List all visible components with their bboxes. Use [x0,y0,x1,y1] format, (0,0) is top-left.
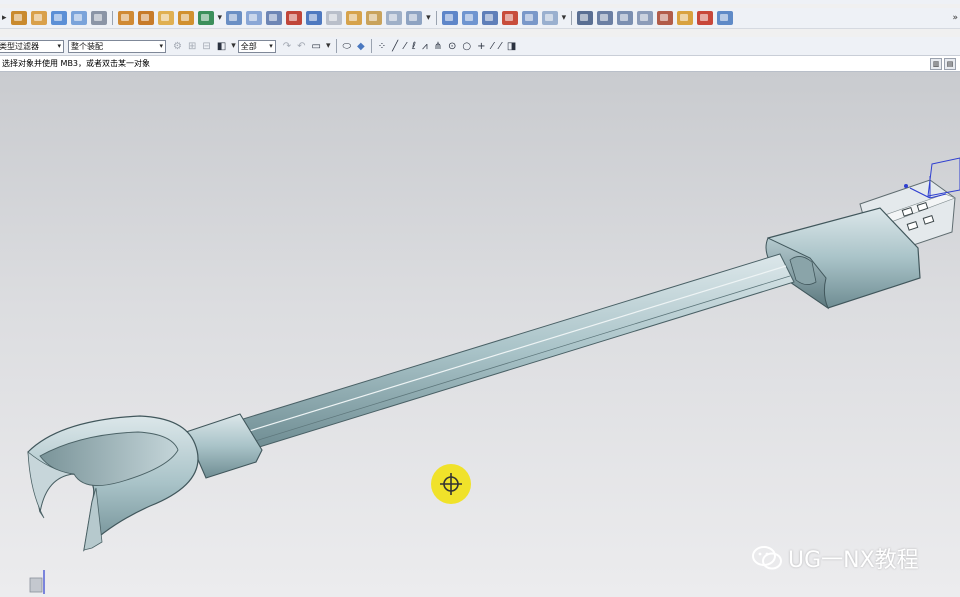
toolbar-separator [571,11,573,25]
existing-point-icon[interactable]: + [477,41,485,52]
type-filter-value: 类型过滤器 [0,41,39,51]
face-select-icon[interactable]: ⬭ [343,41,352,52]
revolve-icon[interactable] [30,11,47,25]
selection-scope-value: 整个装配 [71,41,103,51]
toolbar-top-partial [0,0,960,4]
status-options-icon[interactable]: ▥ [930,58,942,70]
sew-icon[interactable] [501,11,518,25]
point-on-face-icon[interactable]: ⁄ [492,41,494,52]
split-body-icon[interactable] [286,11,303,25]
arc-center-icon[interactable]: ⊙ [448,41,456,52]
triad-cube [29,577,43,593]
dropdown-arrow-icon[interactable]: ▾ [426,13,431,23]
selection-scope-combo[interactable]: 整个装配 ▾ [68,39,166,53]
watermark-text: UG一NX教程 [788,548,919,573]
line-icon[interactable] [577,11,594,25]
snap-scope-value: 全部 [240,41,257,51]
through-curves-icon[interactable] [461,11,478,25]
spline-icon[interactable] [617,11,634,25]
extrude-icon[interactable] [10,11,27,25]
status-controls: ▥ ▤ [928,58,956,70]
toolbar-separator [111,11,113,25]
intersection-icon[interactable]: ⩘ [422,41,428,52]
pad-icon[interactable] [117,11,134,25]
control-point-icon[interactable]: ℓ [412,41,416,52]
toolbar-gripper-icon[interactable]: ▸ [2,13,7,23]
boss-icon[interactable] [70,11,87,25]
chevron-down-icon: ▾ [57,42,61,50]
tracker-cradle[interactable] [27,413,263,552]
intersect-icon[interactable] [346,11,363,25]
face-rule-icon[interactable]: ↶ [297,41,305,52]
trim-body-icon[interactable] [266,11,283,25]
hole-icon[interactable] [50,11,67,25]
mid-point-icon[interactable]: ⁄ [404,41,406,52]
more-icon[interactable] [717,11,734,25]
dropdown-arrow-icon[interactable]: ▾ [231,41,236,51]
dropdown-arrow-icon[interactable]: ▾ [218,13,223,23]
watermark: UG一NX教程 [752,542,919,574]
cable-body [239,253,795,449]
tube-icon[interactable] [521,11,538,25]
pocket-icon[interactable] [90,11,107,25]
surface-icon[interactable] [441,11,458,25]
unite-icon[interactable] [306,11,323,25]
snap-scope-combo[interactable]: 全部 ▾ [237,39,276,53]
dropdown-arrow-icon[interactable]: ▾ [326,41,331,51]
point-icon[interactable] [637,11,654,25]
point-on-curve-icon[interactable]: ○ [462,41,471,52]
analysis-icon[interactable] [541,11,558,25]
wechat-icon [752,546,782,570]
csys-origin-dot [904,184,908,188]
selection-bar: 类型过滤器 ▾ 整个装配 ▾ ⚙ ⊞ ⊟ ◧ ▾ 全部 ▾ ↷ ↶ ▭ ▾ ⬭ … [0,37,960,56]
select-all-icon[interactable]: ⊞ [188,41,196,52]
deselect-icon[interactable]: ⊟ [202,41,210,52]
toolbar-separator [370,39,372,53]
body-select-icon[interactable]: ◆ [357,41,365,52]
datum-csys-icon[interactable] [677,11,694,25]
chevron-down-icon: ▾ [269,42,273,50]
type-filter-combo[interactable]: 类型过滤器 ▾ [0,39,64,53]
thicken-icon[interactable] [386,11,403,25]
overflow-chevron-icon[interactable]: » [952,13,958,23]
cable[interactable] [239,253,795,449]
status-prompt: 选择对象并使用 MB3，或者双击某一对象 [2,59,151,68]
selection-intent-icon[interactable]: ◧ [217,41,226,52]
status-toggle-icon[interactable]: ▤ [944,58,956,70]
mirror-icon[interactable] [246,11,263,25]
cable-edge [251,275,791,443]
end-point-icon[interactable]: ╱ [392,41,398,52]
chevron-down-icon: ▾ [159,42,163,50]
model-view [27,157,960,594]
blend-icon[interactable] [137,11,154,25]
dropdown-arrow-icon[interactable]: ▾ [562,13,567,23]
subtract-icon[interactable] [326,11,343,25]
graphics-viewport[interactable]: UG一NX教程 [0,72,960,597]
bounded-plane-icon[interactable] [481,11,498,25]
usb-plug[interactable] [765,179,956,310]
pattern-icon[interactable] [226,11,243,25]
status-bar: 选择对象并使用 MB3，或者双击某一对象 ▥ ▤ [0,56,960,72]
toolbar-separator [335,39,337,53]
shell-icon[interactable] [177,11,194,25]
arc-icon[interactable] [597,11,614,25]
datum-plane-icon[interactable] [657,11,674,25]
tangent-point-icon[interactable]: ⁄ [499,41,501,52]
chamfer-icon[interactable] [157,11,174,25]
sweep-icon[interactable] [406,11,423,25]
cable-highlight [245,265,787,433]
measure-icon[interactable] [697,11,714,25]
view-triad [29,570,45,594]
quadrant-icon[interactable]: ⋔ [434,41,442,52]
offset-face-icon[interactable] [366,11,383,25]
curve-rule-icon[interactable]: ↷ [283,41,291,52]
view-triad-icon[interactable]: ◨ [507,41,516,52]
rectangle-select-icon[interactable]: ▭ [312,41,321,52]
snap-point-icon[interactable]: ⁘ [378,41,386,52]
toolbar-features: ▸ ▾ ▾ ▾ » [0,8,960,29]
filter-reset-icon[interactable]: ⚙ [173,41,182,52]
draft-icon[interactable] [197,11,214,25]
toolbar-separator [435,11,437,25]
cursor-crosshair-icon [431,464,471,504]
